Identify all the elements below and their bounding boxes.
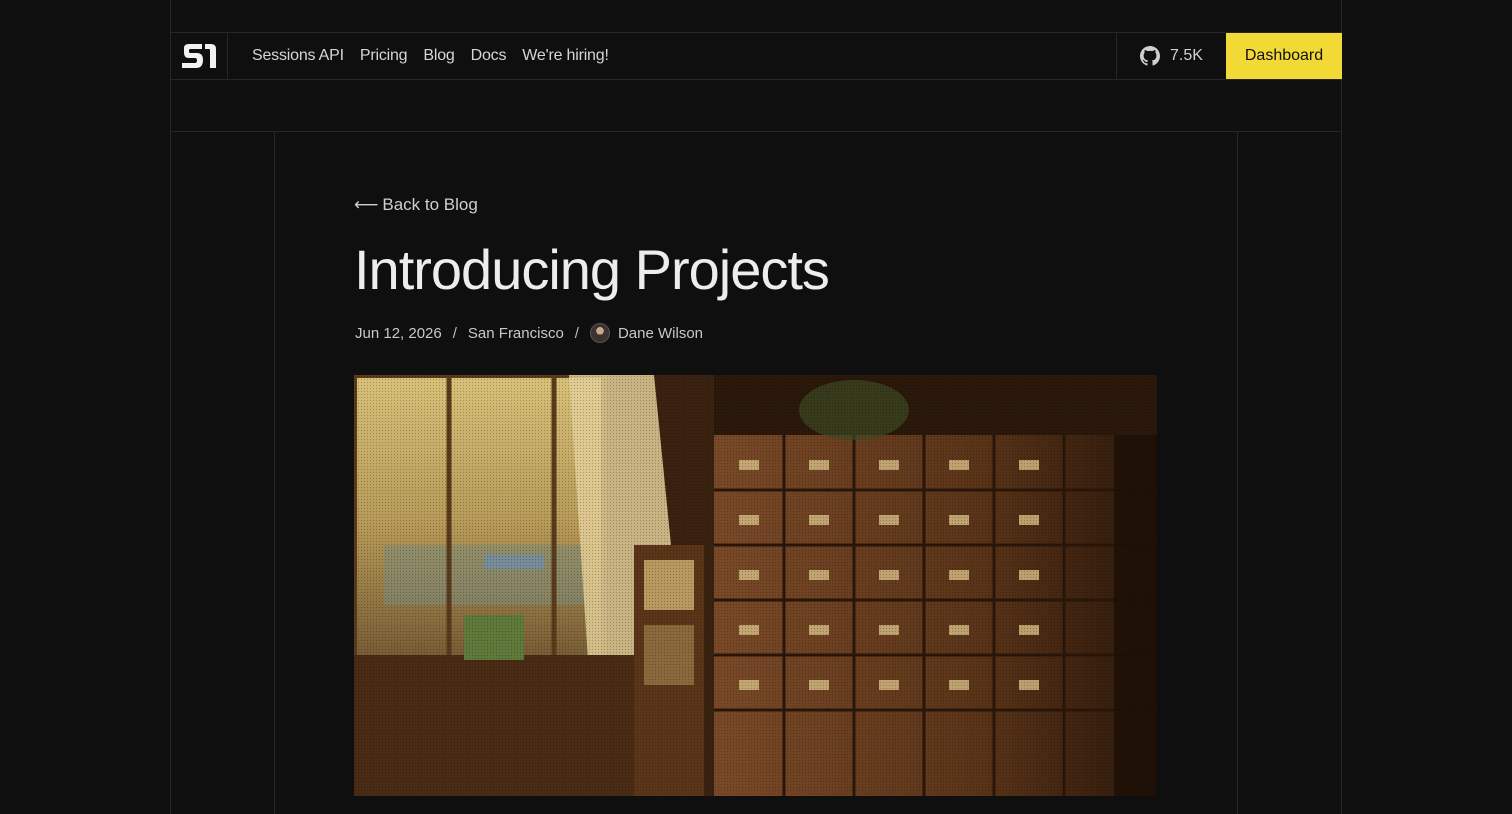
github-stars-count: 7.5K	[1170, 47, 1203, 64]
nav-blog[interactable]: Blog	[423, 47, 454, 65]
meta-separator: /	[574, 324, 579, 342]
arrow-left-icon: ⟵	[354, 195, 379, 214]
meta-separator: /	[452, 324, 457, 342]
post-title: Introducing Projects	[354, 238, 830, 301]
dashboard-button[interactable]: Dashboard	[1226, 33, 1342, 79]
hero-image	[354, 375, 1157, 796]
brand-logo-icon	[181, 44, 216, 68]
author-avatar	[589, 323, 610, 343]
content-right-rule	[1237, 131, 1238, 814]
post-location: San Francisco	[467, 324, 564, 342]
nav-docs[interactable]: Docs	[471, 47, 507, 65]
logo-link[interactable]	[170, 33, 228, 79]
post-date: Jun 12, 2026	[355, 324, 442, 342]
post-meta: Jun 12, 2026 / San Francisco / Dane Wils…	[355, 322, 703, 344]
nav-pricing[interactable]: Pricing	[360, 47, 408, 65]
hero-illustration	[354, 375, 1157, 796]
primary-nav: Sessions API Pricing Blog Docs We're hir…	[228, 33, 609, 79]
content-left-rule	[274, 131, 275, 814]
top-nav: Sessions API Pricing Blog Docs We're hir…	[170, 32, 1342, 80]
back-to-blog-label: Back to Blog	[382, 195, 478, 214]
header-divider	[170, 131, 1342, 132]
post-author: Dane Wilson	[617, 324, 704, 342]
github-stars-link[interactable]: 7.5K	[1116, 33, 1226, 79]
github-icon	[1140, 46, 1161, 66]
back-to-blog-link[interactable]: ⟵ Back to Blog	[354, 195, 478, 215]
nav-hiring[interactable]: We're hiring!	[522, 47, 609, 65]
nav-sessions-api[interactable]: Sessions API	[252, 47, 344, 65]
